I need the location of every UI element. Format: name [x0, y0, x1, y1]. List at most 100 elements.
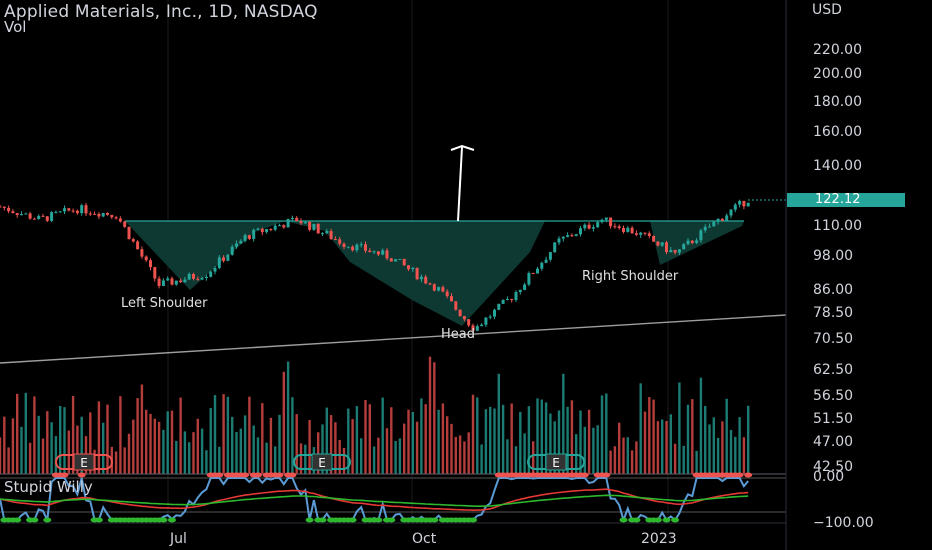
candle-body — [342, 243, 346, 247]
last-price-tag: 122.12 — [787, 193, 905, 207]
volume-bar — [20, 426, 23, 474]
volume-bar — [648, 397, 651, 474]
price-tick: 220.00 — [813, 42, 862, 58]
candle-body — [170, 278, 174, 285]
candle-body — [703, 226, 707, 231]
oversold-marker — [653, 517, 662, 523]
chart-title[interactable]: Applied Materials, Inc., 1D, NASDAQ — [4, 2, 318, 22]
candle-body — [411, 267, 415, 270]
candle-body — [587, 224, 591, 229]
volume-bar — [179, 397, 182, 474]
candle-body — [458, 309, 462, 317]
volume-bar — [566, 406, 569, 474]
candle-body — [346, 246, 350, 248]
volume-bar — [579, 410, 582, 474]
volume-bar — [656, 421, 660, 474]
candle-body — [742, 200, 746, 207]
candle-body — [67, 208, 71, 211]
candle-body — [437, 287, 441, 291]
volume-bar — [364, 399, 367, 474]
oversold-marker — [168, 517, 176, 523]
volume-bar — [248, 396, 251, 474]
oversold-marker — [469, 517, 477, 523]
volume-bar — [377, 437, 380, 474]
candle-body — [50, 212, 54, 221]
candle-body — [682, 244, 686, 250]
volume-bar — [145, 409, 148, 474]
volume-indicator-label[interactable]: Vol — [4, 18, 26, 36]
volume-bar — [708, 424, 711, 474]
candle-body — [381, 250, 385, 255]
volume-bar — [127, 433, 131, 474]
volume-bar — [209, 408, 212, 474]
overbought-marker — [744, 472, 753, 478]
candle-body — [192, 274, 195, 279]
volume-bar — [170, 410, 174, 474]
volume-bar — [506, 439, 509, 474]
candle-body — [497, 303, 501, 310]
volume-bars — [0, 356, 750, 474]
volume-bar — [360, 438, 363, 474]
volume-bar — [278, 414, 281, 474]
price-tick: 140.00 — [813, 158, 862, 174]
volume-bar — [218, 446, 221, 474]
candle-body — [609, 217, 613, 227]
volume-bar — [583, 426, 586, 474]
candle-body — [372, 251, 376, 253]
price-chart[interactable]: E E E 220.00 200.00 180.00 160.00 140.00 1… — [0, 0, 932, 550]
oversold-marker — [318, 517, 327, 523]
candle-body — [226, 254, 230, 261]
currency-label: USD — [812, 2, 842, 18]
price-tick: 56.50 — [813, 388, 853, 404]
overbought-marker — [288, 472, 297, 478]
candle-body — [303, 221, 307, 224]
volume-bar — [50, 422, 53, 474]
volume-bar — [493, 408, 496, 474]
candle-body — [7, 207, 11, 212]
oversold-marker — [430, 517, 439, 523]
candle-body — [579, 228, 582, 235]
volume-bar — [213, 395, 217, 474]
candle-body — [338, 239, 342, 244]
price-tick: 78.50 — [813, 305, 853, 321]
earnings-label: E — [552, 456, 560, 470]
target-arrow[interactable] — [450, 144, 475, 222]
price-axis[interactable]: 220.00 200.00 180.00 160.00 140.00 110.0… — [813, 42, 874, 531]
candle-body — [312, 224, 316, 230]
candle-body — [15, 213, 19, 215]
overbought-marker — [241, 472, 250, 478]
candle-body — [295, 217, 299, 222]
candle-body — [376, 251, 380, 255]
candle-body — [660, 242, 664, 246]
candle-body — [544, 259, 548, 263]
volume-bar — [334, 422, 337, 474]
candle-body — [596, 222, 600, 228]
candle-body — [355, 244, 359, 251]
volume-bar — [24, 392, 27, 474]
volume-bar — [196, 418, 199, 474]
volume-bar — [37, 415, 40, 474]
candle-body — [127, 226, 131, 240]
earnings-label: E — [80, 456, 88, 470]
volume-bar — [686, 404, 690, 474]
volume-bar — [256, 437, 260, 474]
time-axis[interactable]: Jul Oct 2023 — [169, 531, 677, 547]
volume-bar — [265, 442, 268, 474]
volume-bar — [497, 373, 500, 474]
volume-bar — [7, 447, 10, 474]
volume-bar — [261, 403, 264, 474]
oscillator-title[interactable]: Stupid Willy — [4, 478, 93, 496]
volume-bar — [166, 411, 169, 474]
candle-body — [536, 268, 539, 274]
volume-bar — [420, 398, 423, 474]
volume-bar — [695, 450, 698, 474]
candle-body — [505, 299, 509, 301]
candle-body — [63, 208, 66, 212]
candle-body — [273, 225, 277, 230]
oversold-marker — [619, 517, 628, 523]
volume-bar — [381, 397, 384, 474]
candle-body — [239, 240, 243, 244]
candle-body — [557, 238, 561, 243]
candle-body — [445, 291, 449, 297]
volume-bar — [106, 404, 109, 474]
